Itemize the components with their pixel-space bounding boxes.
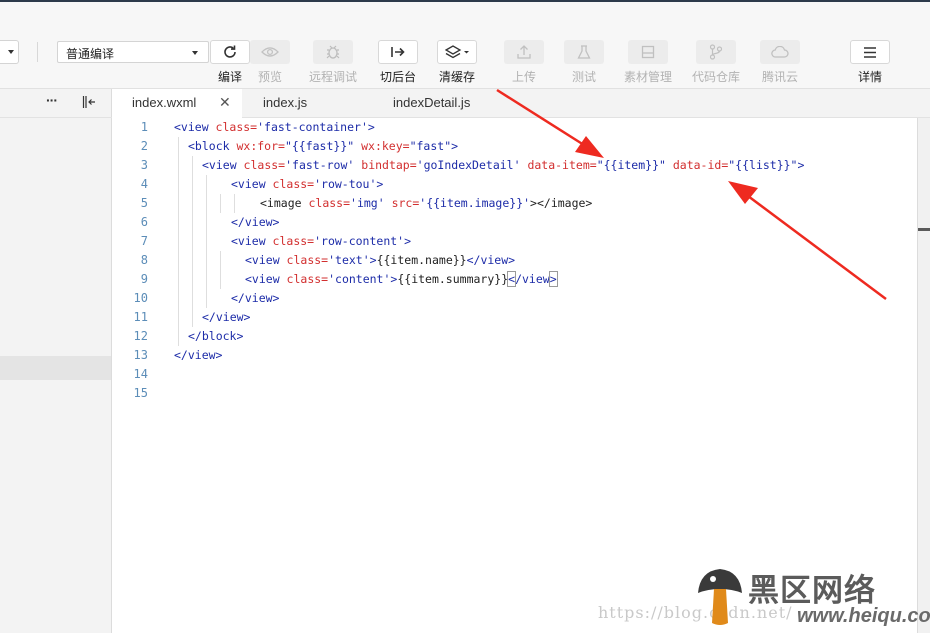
mushroom-logo-icon — [698, 569, 742, 625]
watermark-site-name: 黑区网络 — [748, 573, 876, 608]
red-arrow-icon — [496, 88, 604, 158]
watermark-domain: www.heiqu.com — [797, 605, 930, 627]
annotation-arrows — [496, 88, 887, 301]
red-arrow-icon — [728, 181, 887, 301]
